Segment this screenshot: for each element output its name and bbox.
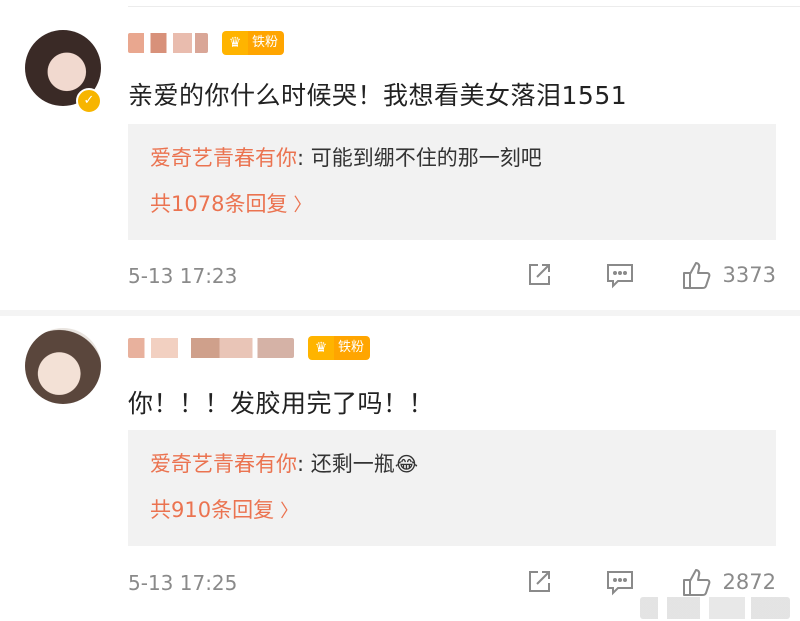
blurred-username[interactable] <box>128 33 208 53</box>
reply-count-label: 共1078条回复 <box>150 192 288 216</box>
comment-icon[interactable] <box>605 261 635 289</box>
like-icon <box>681 567 713 597</box>
watermark <box>640 597 790 619</box>
reply-count-link[interactable]: 共1078条回复〉 <box>150 188 311 218</box>
username[interactable]: ♛ 铁粉 <box>128 336 371 360</box>
comment-footer: 5-13 17:25 2872 <box>128 567 776 597</box>
avatar[interactable] <box>25 328 101 404</box>
action-bar: 3373 <box>525 260 776 290</box>
reply-count-label: 共910条回复 <box>150 498 275 522</box>
blurred-username[interactable] <box>128 338 294 358</box>
like-button[interactable]: 2872 <box>681 567 776 597</box>
chevron-right-icon: 〉 <box>280 501 299 522</box>
crown-icon: ♛ <box>222 31 248 55</box>
like-count: 3373 <box>722 263 776 287</box>
username[interactable]: ♛ 铁粉 <box>128 31 285 55</box>
reply-preview[interactable]: 爱奇艺青春有你: 可能到绷不住的那一刻吧 共1078条回复〉 <box>128 124 776 240</box>
verified-badge-icon: ✓ <box>76 88 102 114</box>
action-bar: 2872 <box>525 567 776 597</box>
repost-icon[interactable] <box>525 568 553 596</box>
reply-text: : 还剩一瓶 <box>297 452 395 476</box>
chevron-right-icon: 〉 <box>293 195 312 216</box>
like-icon <box>681 260 713 290</box>
fan-badge-label: 铁粉 <box>248 31 285 55</box>
reply-line: 爱奇艺青春有你: 还剩一瓶😂 <box>150 448 418 478</box>
comment-text: 你！！！发胶用完了吗！！ <box>128 389 435 418</box>
timestamp: 5-13 17:23 <box>128 264 238 288</box>
reply-line: 爱奇艺青春有你: 可能到绷不住的那一刻吧 <box>150 142 542 172</box>
reply-count-link[interactable]: 共910条回复〉 <box>150 494 298 524</box>
reply-preview[interactable]: 爱奇艺青春有你: 还剩一瓶😂 共910条回复〉 <box>128 430 776 546</box>
top-divider <box>128 6 800 7</box>
comment-text: 亲爱的你什么时候哭！我想看美女落泪1551 <box>128 81 628 110</box>
comment-icon[interactable] <box>605 568 635 596</box>
like-count: 2872 <box>722 570 776 594</box>
laughing-emoji-icon: 😂 <box>394 452 419 476</box>
comment-item: ✓ ♛ 铁粉 亲爱的你什么时候哭！我想看美女落泪1551 爱奇艺青春有你: 可能… <box>0 10 800 310</box>
crown-icon: ♛ <box>308 336 334 360</box>
comment-footer: 5-13 17:23 3373 <box>128 260 776 290</box>
fan-badge[interactable]: ♛ 铁粉 <box>308 336 371 360</box>
timestamp: 5-13 17:25 <box>128 571 238 595</box>
repost-icon[interactable] <box>525 261 553 289</box>
reply-text: : 可能到绷不住的那一刻吧 <box>297 146 542 170</box>
fan-badge[interactable]: ♛ 铁粉 <box>222 31 285 55</box>
reply-author[interactable]: 爱奇艺青春有你 <box>150 452 297 476</box>
fan-badge-label: 铁粉 <box>334 336 371 360</box>
reply-author[interactable]: 爱奇艺青春有你 <box>150 146 297 170</box>
like-button[interactable]: 3373 <box>681 260 776 290</box>
comment-item: ♛ 铁粉 你！！！发胶用完了吗！！ 爱奇艺青春有你: 还剩一瓶😂 共910条回复… <box>0 316 800 616</box>
